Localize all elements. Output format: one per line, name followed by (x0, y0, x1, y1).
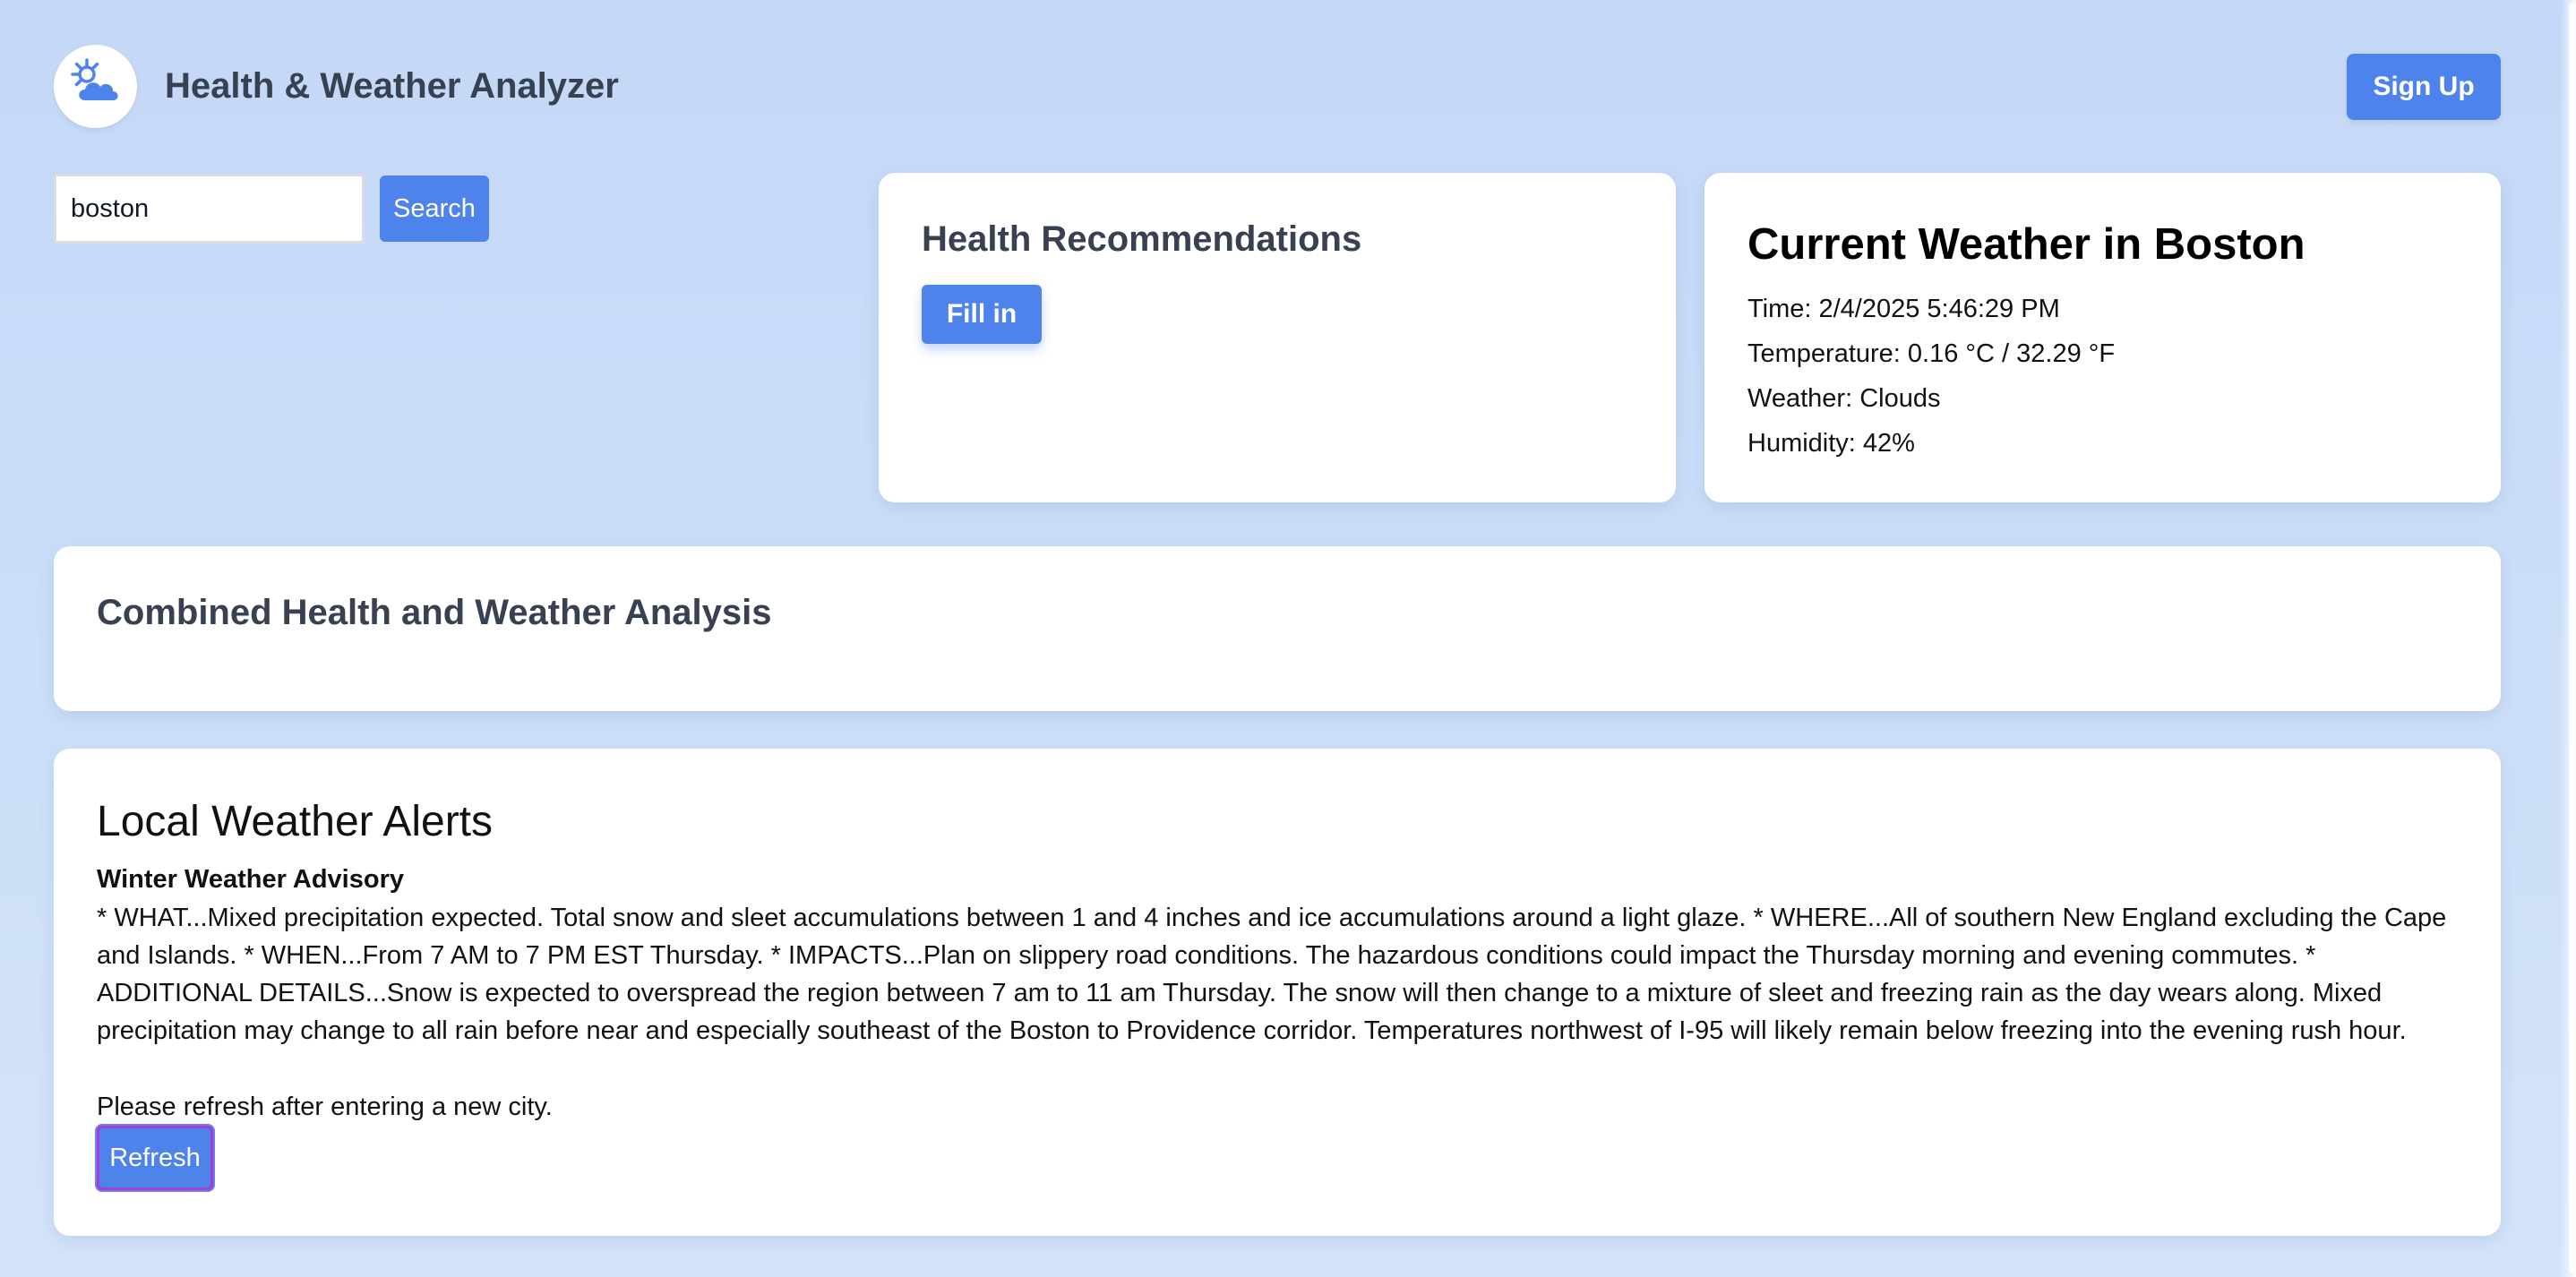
app-title: Health & Weather Analyzer (165, 66, 619, 106)
combined-analysis-card: Combined Health and Weather Analysis (54, 546, 2501, 711)
weather-alerts-card: Local Weather Alerts Winter Weather Advi… (54, 749, 2501, 1236)
weather-temperature: Temperature: 0.16 °C / 32.29 °F (1747, 339, 2116, 368)
refresh-note: Please refresh after entering a new city… (97, 1093, 553, 1121)
fill-in-button[interactable]: Fill in (922, 285, 1042, 344)
scrollbar[interactable] (2560, 0, 2576, 1277)
search-button[interactable]: Search (380, 176, 489, 242)
weather-humidity: Humidity: 42% (1747, 429, 1915, 458)
refresh-button[interactable]: Refresh (97, 1126, 213, 1190)
combined-analysis-title: Combined Health and Weather Analysis (97, 593, 772, 632)
sun-cloud-icon (67, 56, 125, 117)
app-logo (54, 45, 137, 128)
alert-description: * WHAT...Mixed precipitation expected. T… (97, 904, 2447, 1045)
scrollbar-thumb[interactable] (2569, 4, 2574, 1273)
header: Health & Weather Analyzer Sign Up (54, 45, 2501, 131)
weather-alerts-title: Local Weather Alerts (97, 798, 494, 845)
sign-up-button[interactable]: Sign Up (2347, 54, 2501, 120)
current-weather-title: Current Weather in Boston (1747, 220, 2306, 269)
city-search-input[interactable] (54, 174, 365, 244)
weather-details: Time: 2/4/2025 5:46:29 PM Temperature: 0… (1747, 287, 2115, 466)
health-recommendations-title: Health Recommendations (922, 219, 1362, 259)
health-recommendations-card: Health Recommendations Fill in (879, 173, 1676, 502)
weather-condition: Weather: Clouds (1747, 384, 1941, 413)
current-weather-card: Current Weather in Boston Time: 2/4/2025… (1704, 173, 2501, 502)
alert-name: Winter Weather Advisory (97, 865, 404, 894)
weather-time: Time: 2/4/2025 5:46:29 PM (1747, 295, 2060, 323)
